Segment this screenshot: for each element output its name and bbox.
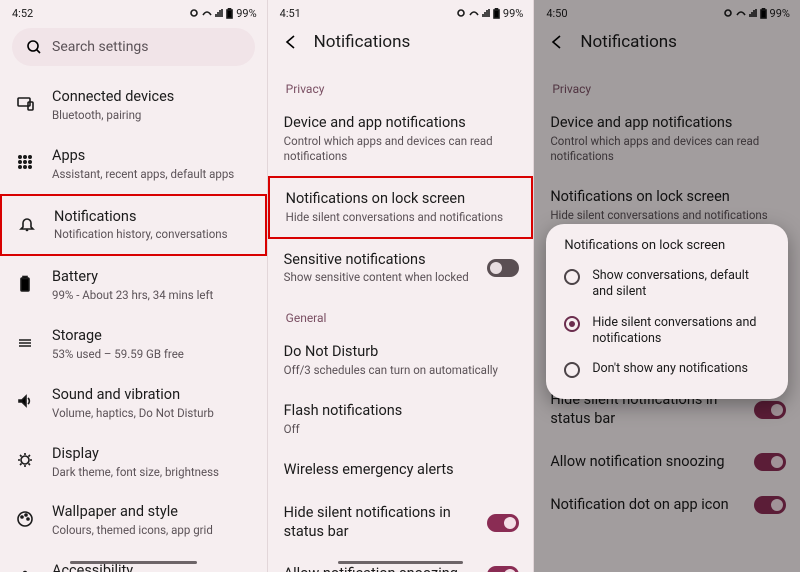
grid-icon <box>16 153 36 175</box>
list-item[interactable]: Battery 99% - About 23 hrs, 34 mins left <box>0 256 267 315</box>
radio-option[interactable]: Hide silent conversations and notificati… <box>560 308 774 355</box>
search-settings[interactable]: Search settings <box>12 28 255 66</box>
wifi-icon <box>469 8 479 18</box>
list-item[interactable]: Storage 53% used – 59.59 GB free <box>0 315 267 374</box>
page-title: Notifications <box>314 32 411 52</box>
item-title: Wallpaper and style <box>52 503 213 522</box>
item-subtitle: Notification history, conversations <box>54 227 228 242</box>
scroll-indicator <box>338 561 464 564</box>
item-title: Device and app notifications <box>284 114 520 133</box>
eye-icon <box>456 8 466 18</box>
category-privacy: Privacy <box>268 68 534 102</box>
status-icons: 99% <box>456 7 523 20</box>
status-bar: 4:51 99% <box>268 0 534 22</box>
list-item[interactable]: Wireless emergency alerts <box>268 449 534 492</box>
item-subtitle: 99% - About 23 hrs, 34 mins left <box>52 288 213 303</box>
item-title: Display <box>52 445 219 464</box>
list-item[interactable]: Apps Assistant, recent apps, default app… <box>0 135 267 194</box>
radio-label: Don't show any notifications <box>592 361 748 377</box>
signal-icon <box>215 8 223 18</box>
category-general: General <box>268 297 534 331</box>
toggle-switch[interactable] <box>487 259 519 277</box>
notifications-list: Privacy Device and app notificationsCont… <box>268 68 534 572</box>
item-title: Connected devices <box>52 88 174 107</box>
radio-label: Hide silent conversations and notificati… <box>592 315 770 348</box>
radio-button-icon <box>564 316 580 332</box>
list-item[interactable]: Sound and vibration Volume, haptics, Do … <box>0 374 267 433</box>
toggle-switch[interactable] <box>487 566 519 572</box>
radio-button-icon <box>564 362 580 378</box>
item-subtitle: Volume, haptics, Do Not Disturb <box>52 406 214 421</box>
item-subtitle: Dark theme, font size, brightness <box>52 465 219 480</box>
item-title: Allow notification snoozing <box>284 565 458 572</box>
item-subtitle: Bluetooth, pairing <box>52 108 174 123</box>
battery-icon <box>226 8 233 19</box>
wifi-icon <box>202 8 212 18</box>
list-item[interactable]: Flash notificationsOff <box>268 390 534 449</box>
dialog-title: Notifications on lock screen <box>560 238 774 253</box>
eye-icon <box>189 8 199 18</box>
back-icon[interactable] <box>282 33 300 51</box>
toggle-switch[interactable] <box>487 514 519 532</box>
battery-pct: 99% <box>236 7 256 20</box>
item-subtitle: Off/3 schedules can turn on automaticall… <box>284 363 498 378</box>
battery-pct: 99% <box>503 7 523 20</box>
list-item[interactable]: Notifications Notification history, conv… <box>0 194 267 257</box>
list-item[interactable]: Wallpaper and style Colours, themed icon… <box>0 491 267 550</box>
item-title: Flash notifications <box>284 402 403 421</box>
item-subtitle: Colours, themed icons, app grid <box>52 523 213 538</box>
notifications-pane-dialog: 4:50 99% Notifications Privacy Device an… <box>533 0 800 572</box>
list-item[interactable]: Connected devices Bluetooth, pairing <box>0 76 267 135</box>
bell-icon <box>18 214 38 236</box>
item-subtitle: 53% used – 59.59 GB free <box>52 347 184 362</box>
app-bar: Notifications <box>268 22 534 68</box>
scroll-indicator <box>70 561 197 564</box>
settings-list: Connected devices Bluetooth, pairing App… <box>0 76 267 572</box>
notifications-pane: 4:51 99% Notifications Privacy Device an… <box>267 0 534 572</box>
list-item[interactable]: Device and app notificationsControl whic… <box>268 102 534 176</box>
item-title: Battery <box>52 268 213 287</box>
item-subtitle: Control which apps and devices can read … <box>284 134 520 164</box>
list-item[interactable]: Do Not DisturbOff/3 schedules can turn o… <box>268 331 534 390</box>
item-subtitle: Assistant, recent apps, default apps <box>52 167 234 182</box>
item-title: Apps <box>52 147 234 166</box>
item-subtitle: Hide silent conversations and notificati… <box>286 210 503 225</box>
list-item[interactable]: Hide silent notifications in status bar <box>268 492 534 554</box>
sound-icon <box>16 392 36 414</box>
list-item[interactable]: Sensitive notificationsShow sensitive co… <box>268 239 534 298</box>
storage-icon <box>16 334 36 356</box>
item-subtitle: Off <box>284 422 403 437</box>
radio-button-icon <box>564 269 580 285</box>
radio-option[interactable]: Show conversations, default and silent <box>560 261 774 308</box>
palette-icon <box>16 510 36 532</box>
signal-icon <box>482 8 490 18</box>
battery-icon <box>493 8 500 19</box>
status-icons: 99% <box>189 7 256 20</box>
item-title: Hide silent notifications in status bar <box>284 504 472 542</box>
radio-label: Show conversations, default and silent <box>592 268 770 301</box>
battery-icon <box>16 275 36 297</box>
clock: 4:51 <box>280 7 301 20</box>
item-title: Sensitive notifications <box>284 251 469 270</box>
lock-screen-dialog: Notifications on lock screen Show conver… <box>546 224 788 399</box>
item-title: Notifications <box>54 208 228 227</box>
item-title: Wireless emergency alerts <box>284 461 454 480</box>
display-icon <box>16 451 36 473</box>
settings-main-pane: 4:52 99% Search settings Connected devic… <box>0 0 267 572</box>
search-icon <box>26 39 42 55</box>
item-title: Notifications on lock screen <box>286 190 503 209</box>
clock: 4:52 <box>12 7 33 20</box>
radio-option[interactable]: Don't show any notifications <box>560 354 774 385</box>
item-title: Storage <box>52 327 184 346</box>
search-placeholder: Search settings <box>52 39 149 55</box>
devices-icon <box>16 94 36 116</box>
list-item[interactable]: Display Dark theme, font size, brightnes… <box>0 433 267 492</box>
item-subtitle: Show sensitive content when locked <box>284 270 469 285</box>
a11y-icon <box>16 569 36 572</box>
item-title: Sound and vibration <box>52 386 214 405</box>
status-bar: 4:52 99% <box>0 0 267 22</box>
list-item[interactable]: Notifications on lock screenHide silent … <box>268 176 534 239</box>
item-title: Do Not Disturb <box>284 343 498 362</box>
